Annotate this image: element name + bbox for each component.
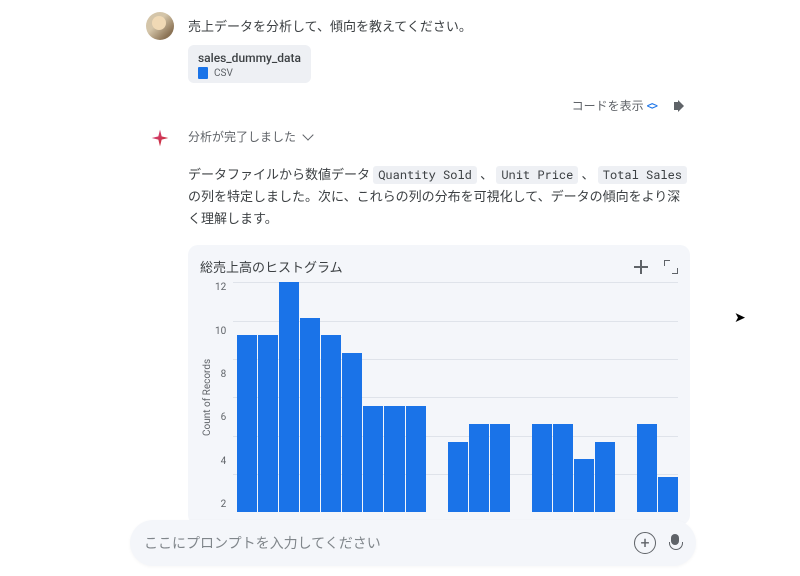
prompt-bar: + bbox=[130, 520, 696, 566]
histogram-bar bbox=[342, 353, 362, 512]
histogram-bar bbox=[637, 424, 657, 512]
histogram-bar bbox=[279, 282, 299, 512]
y-axis-label: Count of Records bbox=[200, 282, 215, 512]
histogram-bar bbox=[384, 406, 404, 512]
user-message: 売上データを分析して、傾向を教えてください。 bbox=[188, 12, 690, 35]
prompt-input[interactable] bbox=[144, 535, 622, 551]
attachment-type: CSV bbox=[214, 68, 233, 79]
histogram-bar bbox=[406, 406, 426, 512]
code-icon: <> bbox=[647, 99, 656, 114]
histogram-bar bbox=[237, 335, 257, 512]
move-icon[interactable] bbox=[634, 260, 648, 274]
user-avatar bbox=[146, 12, 174, 40]
histogram-bar bbox=[490, 424, 510, 512]
assistant-reply: データファイルから数値データ Quantity Sold 、 Unit Pric… bbox=[188, 165, 690, 231]
histogram-bar bbox=[363, 406, 383, 512]
histogram-bar bbox=[595, 442, 615, 513]
user-turn: 売上データを分析して、傾向を教えてください。 sales_dummy_data … bbox=[146, 8, 690, 87]
status-text: 分析が完了しました bbox=[188, 128, 296, 145]
assistant-turn: 分析が完了しました データファイルから数値データ Quantity Sold 、… bbox=[146, 120, 690, 529]
speaker-icon[interactable] bbox=[674, 99, 690, 113]
histogram-bar bbox=[532, 424, 552, 512]
show-code-link[interactable]: コードを表示 <> bbox=[572, 97, 656, 114]
histogram-bar bbox=[300, 318, 320, 513]
cursor-icon: ➤ bbox=[734, 310, 746, 326]
chevron-down-icon bbox=[304, 134, 314, 140]
chart-card: 総売上高のヒストグラム Count of Records 12108642 bbox=[188, 245, 690, 525]
histogram-bar bbox=[658, 477, 678, 512]
chart-bars bbox=[237, 282, 678, 512]
histogram-bar bbox=[553, 424, 573, 512]
attachment-chip[interactable]: sales_dummy_data CSV bbox=[188, 45, 311, 83]
attachment-name: sales_dummy_data bbox=[198, 51, 301, 65]
gemini-icon bbox=[150, 128, 170, 148]
add-icon[interactable]: + bbox=[634, 532, 656, 554]
histogram-bar bbox=[321, 335, 341, 512]
y-axis-ticks: 12108642 bbox=[215, 282, 232, 512]
analysis-status[interactable]: 分析が完了しました bbox=[188, 128, 690, 145]
histogram-bar bbox=[258, 335, 278, 512]
conversation: 売上データを分析して、傾向を教えてください。 sales_dummy_data … bbox=[0, 0, 800, 529]
chart-title: 総売上高のヒストグラム bbox=[200, 257, 343, 276]
file-icon bbox=[198, 67, 208, 79]
histogram-bar bbox=[469, 424, 489, 512]
expand-icon[interactable] bbox=[664, 260, 678, 274]
histogram-bar bbox=[574, 459, 594, 512]
mic-icon[interactable] bbox=[668, 534, 682, 552]
histogram-bar bbox=[448, 442, 468, 513]
